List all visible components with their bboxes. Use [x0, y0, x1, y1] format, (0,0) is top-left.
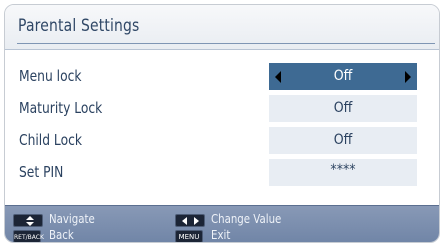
set-pin-value[interactable]: ****	[269, 159, 417, 186]
parental-settings-dialog: Parental Settings Menu lock Off Maturity…	[4, 4, 440, 243]
back-key: RET/BACK	[13, 230, 44, 242]
maturity-lock-value[interactable]: Off	[269, 95, 417, 122]
title-bar: Parental Settings	[5, 5, 439, 50]
footer-hints: Navigate Change Value RET/BACK Back MENU…	[5, 205, 439, 242]
dialog-title: Parental Settings	[18, 16, 140, 36]
up-down-arrows-icon	[13, 214, 43, 227]
exit-label: Exit	[211, 228, 231, 242]
navigate-label: Navigate	[49, 212, 95, 226]
left-right-arrows-icon	[175, 214, 205, 227]
child-lock-value-text: Off	[333, 132, 353, 148]
back-label: Back	[49, 228, 74, 242]
set-pin-label: Set PIN	[19, 163, 64, 181]
maturity-lock-value-text: Off	[333, 100, 353, 116]
change-value-label: Change Value	[211, 212, 282, 226]
set-pin-row[interactable]: Set PIN ****	[5, 157, 439, 188]
menu-lock-value[interactable]: Off	[269, 63, 417, 90]
maturity-lock-label: Maturity Lock	[19, 99, 103, 117]
child-lock-value[interactable]: Off	[269, 127, 417, 154]
maturity-lock-row[interactable]: Maturity Lock Off	[5, 93, 439, 124]
right-arrow-icon[interactable]	[405, 71, 411, 83]
menu-lock-value-text: Off	[333, 68, 353, 84]
menu-key: MENU	[175, 230, 203, 242]
menu-lock-row[interactable]: Menu lock Off	[5, 61, 439, 92]
child-lock-label: Child Lock	[19, 131, 82, 149]
child-lock-row[interactable]: Child Lock Off	[5, 125, 439, 156]
title-divider	[17, 43, 435, 44]
menu-lock-label: Menu lock	[19, 67, 82, 85]
set-pin-value-text: ****	[330, 162, 356, 178]
